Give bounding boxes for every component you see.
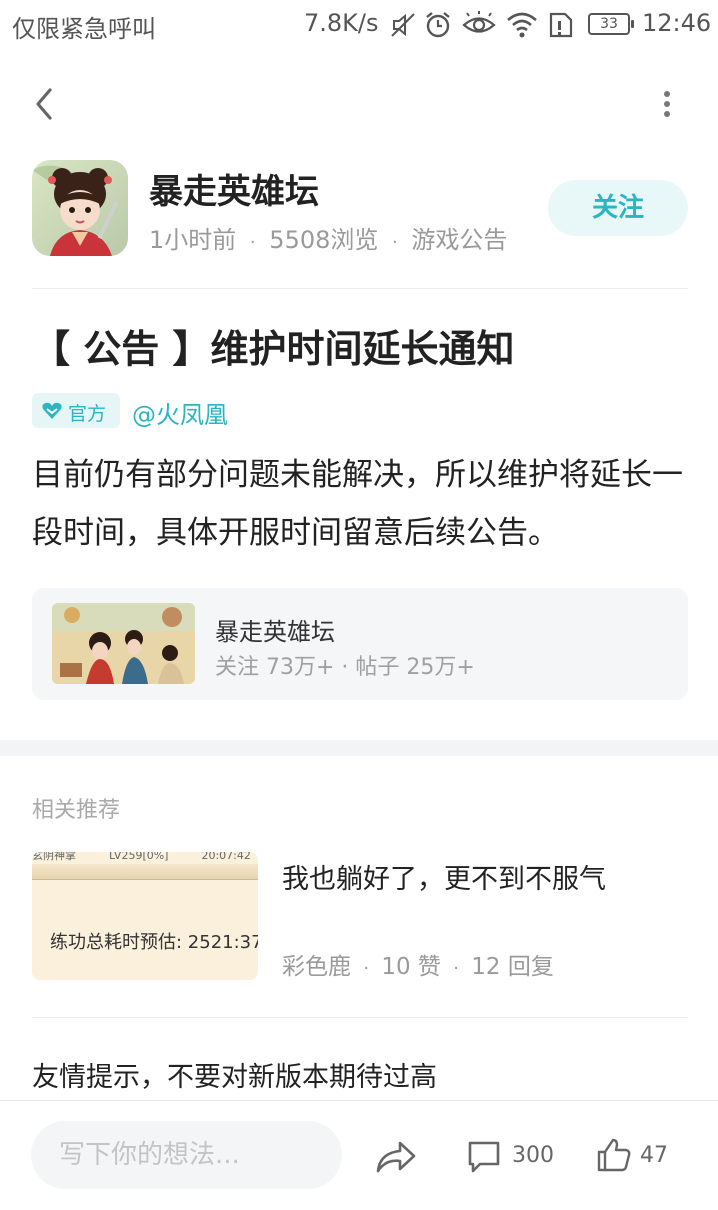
alarm-icon	[426, 12, 450, 38]
heart-badge-icon	[42, 402, 62, 419]
official-badge: 官方	[32, 393, 120, 428]
post-body: 目前仍有部分问题未能解决，所以维护将延长一段时间，具体开服时间留意后续公告。	[32, 457, 683, 551]
thumbs-up-icon	[597, 1138, 631, 1172]
forum-thumbnail	[52, 603, 195, 684]
thumbnail-bar	[32, 864, 258, 880]
share-button[interactable]	[374, 1137, 418, 1177]
eye-icon	[462, 11, 496, 33]
carrier-text: 仅限紧急呼叫	[12, 15, 156, 43]
divider	[32, 288, 688, 289]
post-title: 【 公告 】维护时间延长通知	[32, 327, 515, 371]
forum-card[interactable]: 暴走英雄坛 关注 73万+ · 帖子 25万+	[32, 588, 688, 700]
related-item-meta: 彩色鹿 · 10 赞 · 12 回复	[282, 947, 554, 981]
status-bar: 仅限紧急呼叫 7.8K/s 33 12:46	[0, 0, 718, 50]
thumbnail-text: 练功总耗时预估: 2521:37:02	[50, 932, 258, 953]
back-button[interactable]	[26, 84, 66, 124]
net-speed: 7.8K/s	[304, 9, 379, 37]
avatar[interactable]	[32, 160, 128, 256]
related-item-thumbnail[interactable]: 玄阴神掌 LV259[0%] 20:07:42 练功总耗时预估: 2521:37…	[32, 852, 258, 980]
related-item-replies: 12 回复	[471, 954, 554, 980]
section-divider	[0, 740, 718, 756]
post-detail-page: 仅限紧急呼叫 7.8K/s 33 12:46 暴走英雄坛 1小时前 · 5508…	[0, 0, 718, 1210]
meta-separator: ·	[249, 232, 256, 253]
meta-separator: ·	[392, 232, 398, 253]
more-vertical-icon	[664, 91, 670, 117]
meta-separator: ·	[453, 958, 459, 979]
thumbnail-top-text: 玄阴神掌 LV259[0%] 20:07:42	[32, 852, 251, 862]
divider	[32, 1017, 688, 1018]
comment-count: 300	[512, 1143, 554, 1168]
avatar-image	[32, 160, 128, 256]
battery-icon: 33	[588, 13, 634, 35]
sim-icon	[549, 12, 573, 38]
wifi-icon	[507, 12, 537, 38]
more-button[interactable]	[650, 84, 684, 124]
author-mention[interactable]: @火凤凰	[132, 395, 228, 430]
bottom-action-bar: 300 47	[0, 1100, 718, 1210]
post-category: 游戏公告	[411, 226, 508, 254]
post-meta: 1小时前 · 5508浏览 · 游戏公告	[149, 220, 507, 255]
mute-icon	[391, 13, 415, 37]
follow-button[interactable]: 关注	[548, 180, 688, 236]
comment-icon	[468, 1141, 500, 1173]
comment-button[interactable]: 300	[466, 1137, 566, 1177]
like-count: 47	[640, 1143, 668, 1168]
related-item-author: 彩色鹿	[282, 954, 351, 980]
author-name[interactable]: 暴走英雄坛	[149, 164, 319, 213]
forum-stats: 关注 73万+ · 帖子 25万+	[215, 655, 475, 680]
meta-separator: ·	[363, 958, 370, 979]
forum-name: 暴走英雄坛	[215, 618, 335, 646]
post-views: 5508浏览	[269, 226, 379, 254]
share-icon	[376, 1141, 416, 1173]
post-time: 1小时前	[149, 226, 237, 254]
comment-input[interactable]	[31, 1121, 342, 1189]
like-button[interactable]: 47	[596, 1137, 686, 1177]
related-section-label: 相关推荐	[32, 798, 121, 823]
clock: 12:46	[642, 9, 712, 37]
related-item-title[interactable]: 友情提示，不要对新版本期待过高	[32, 1055, 437, 1094]
official-badge-label: 官方	[68, 403, 107, 425]
related-item-title[interactable]: 我也躺好了，更不到不服气	[282, 857, 606, 896]
chevron-left-icon	[36, 88, 52, 120]
related-item-likes: 10 赞	[381, 954, 441, 980]
